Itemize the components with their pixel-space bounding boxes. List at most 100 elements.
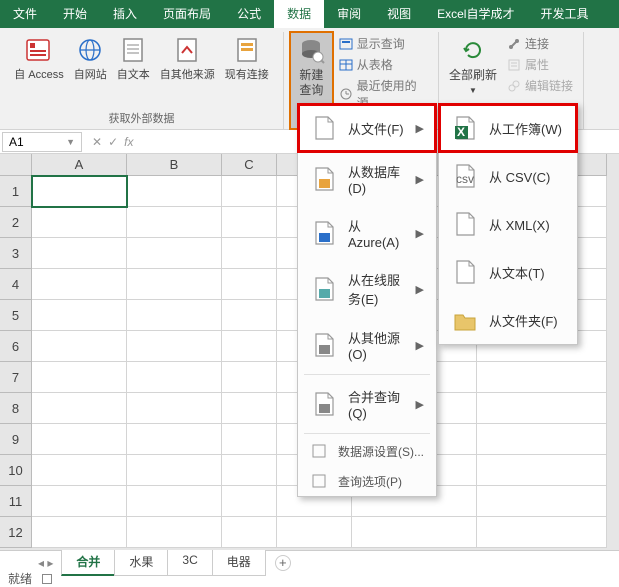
submenu-item[interactable]: 从文本(T): [439, 248, 577, 296]
row-header[interactable]: 4: [0, 269, 32, 300]
cell[interactable]: [32, 176, 127, 207]
cell[interactable]: [127, 176, 222, 207]
submenu-item[interactable]: csv从 CSV(C): [439, 152, 577, 200]
menu-item[interactable]: 从 Azure(A)▶: [298, 206, 436, 260]
col-header[interactable]: B: [127, 154, 222, 176]
cell[interactable]: [127, 424, 222, 455]
fx-icon[interactable]: fx: [124, 135, 133, 149]
cell[interactable]: [127, 517, 222, 548]
cell[interactable]: [32, 517, 127, 548]
cell[interactable]: [222, 455, 277, 486]
cell[interactable]: [32, 238, 127, 269]
cell[interactable]: [477, 517, 607, 548]
sheet-tab[interactable]: 3C: [167, 549, 212, 576]
row-header[interactable]: 10: [0, 455, 32, 486]
cell[interactable]: [127, 238, 222, 269]
cancel-formula-icon: ✕: [92, 135, 102, 149]
cell[interactable]: [127, 362, 222, 393]
ribbon-tab-0[interactable]: 文件: [0, 0, 50, 28]
ribbon-tab-3[interactable]: 页面布局: [150, 0, 224, 28]
row-header[interactable]: 6: [0, 331, 32, 362]
select-all-corner[interactable]: [0, 154, 32, 176]
ribbon-tab-5[interactable]: 数据: [274, 0, 324, 28]
cell[interactable]: [477, 362, 607, 393]
cell[interactable]: [222, 300, 277, 331]
macro-record-icon[interactable]: [42, 574, 52, 584]
cell[interactable]: [32, 393, 127, 424]
cell[interactable]: [222, 393, 277, 424]
row-header[interactable]: 5: [0, 300, 32, 331]
cell[interactable]: [222, 269, 277, 300]
submenu-item[interactable]: 从文件夹(F): [439, 296, 577, 344]
cell[interactable]: [222, 362, 277, 393]
ribbon-tab-1[interactable]: 开始: [50, 0, 100, 28]
cell[interactable]: [127, 207, 222, 238]
cell[interactable]: [32, 362, 127, 393]
menu-item[interactable]: 从文件(F)▶: [298, 104, 436, 152]
cell[interactable]: [477, 455, 607, 486]
submenu-item[interactable]: 从 XML(X): [439, 200, 577, 248]
ribbon-tab-9[interactable]: 开发工具: [527, 0, 601, 28]
ribbon-tab-8[interactable]: Excel自学成才: [424, 0, 527, 28]
cell[interactable]: [352, 517, 477, 548]
sheet-tab[interactable]: 合并: [61, 549, 115, 576]
ribbon-tab-7[interactable]: 视图: [374, 0, 424, 28]
row-header[interactable]: 3: [0, 238, 32, 269]
cell[interactable]: [477, 424, 607, 455]
cell[interactable]: [222, 486, 277, 517]
row-header[interactable]: 12: [0, 517, 32, 548]
cell[interactable]: [127, 300, 222, 331]
row-header[interactable]: 11: [0, 486, 32, 517]
sheet-tab[interactable]: 电器: [212, 549, 266, 576]
menu-item[interactable]: 查询选项(P): [298, 466, 436, 496]
col-header[interactable]: A: [32, 154, 127, 176]
menu-item[interactable]: 从在线服务(E)▶: [298, 260, 436, 318]
menu-item[interactable]: 从其他源(O)▶: [298, 318, 436, 372]
add-sheet-button[interactable]: +: [275, 555, 291, 571]
cell[interactable]: [32, 331, 127, 362]
cell[interactable]: [222, 517, 277, 548]
row-header[interactable]: 9: [0, 424, 32, 455]
cell[interactable]: [222, 176, 277, 207]
cell[interactable]: [32, 269, 127, 300]
cell[interactable]: [127, 393, 222, 424]
cell[interactable]: [127, 486, 222, 517]
cell[interactable]: [32, 486, 127, 517]
cell[interactable]: [32, 424, 127, 455]
ribbon-tab-6[interactable]: 审阅: [324, 0, 374, 28]
cell[interactable]: [32, 207, 127, 238]
properties-button: 属性: [503, 55, 577, 74]
sheet-nav[interactable]: ◂ ▸: [30, 556, 61, 570]
connections-button[interactable]: 连接: [503, 34, 577, 53]
menu-item[interactable]: 从数据库(D)▶: [298, 152, 436, 206]
cell[interactable]: [222, 331, 277, 362]
from-table-button[interactable]: 从表格: [335, 55, 432, 74]
cell[interactable]: [277, 517, 352, 548]
row-header[interactable]: 8: [0, 393, 32, 424]
menu-item[interactable]: 合并查询(Q)▶: [298, 377, 436, 431]
col-header[interactable]: C: [222, 154, 277, 176]
ribbon-tab-2[interactable]: 插入: [100, 0, 150, 28]
cell[interactable]: [32, 455, 127, 486]
cell[interactable]: [32, 300, 127, 331]
cell[interactable]: [127, 269, 222, 300]
cell[interactable]: [477, 486, 607, 517]
row-header[interactable]: 1: [0, 176, 32, 207]
row-header[interactable]: 7: [0, 362, 32, 393]
submenu-item[interactable]: X从工作簿(W): [439, 104, 577, 152]
menu-item[interactable]: 数据源设置(S)...: [298, 436, 436, 466]
sheet-tab[interactable]: 水果: [114, 549, 168, 576]
cell[interactable]: [222, 238, 277, 269]
cell[interactable]: [127, 331, 222, 362]
cell[interactable]: [222, 424, 277, 455]
svg-text:csv: csv: [456, 172, 474, 186]
cell[interactable]: [477, 393, 607, 424]
show-queries-button[interactable]: 显示查询: [335, 34, 432, 53]
cell[interactable]: [127, 455, 222, 486]
status-text: 就绪: [8, 570, 32, 587]
row-header[interactable]: 2: [0, 207, 32, 238]
cell[interactable]: [222, 207, 277, 238]
name-box[interactable]: A1▼: [2, 132, 82, 152]
ribbon-tab-4[interactable]: 公式: [224, 0, 274, 28]
confirm-formula-icon: ✓: [108, 135, 118, 149]
